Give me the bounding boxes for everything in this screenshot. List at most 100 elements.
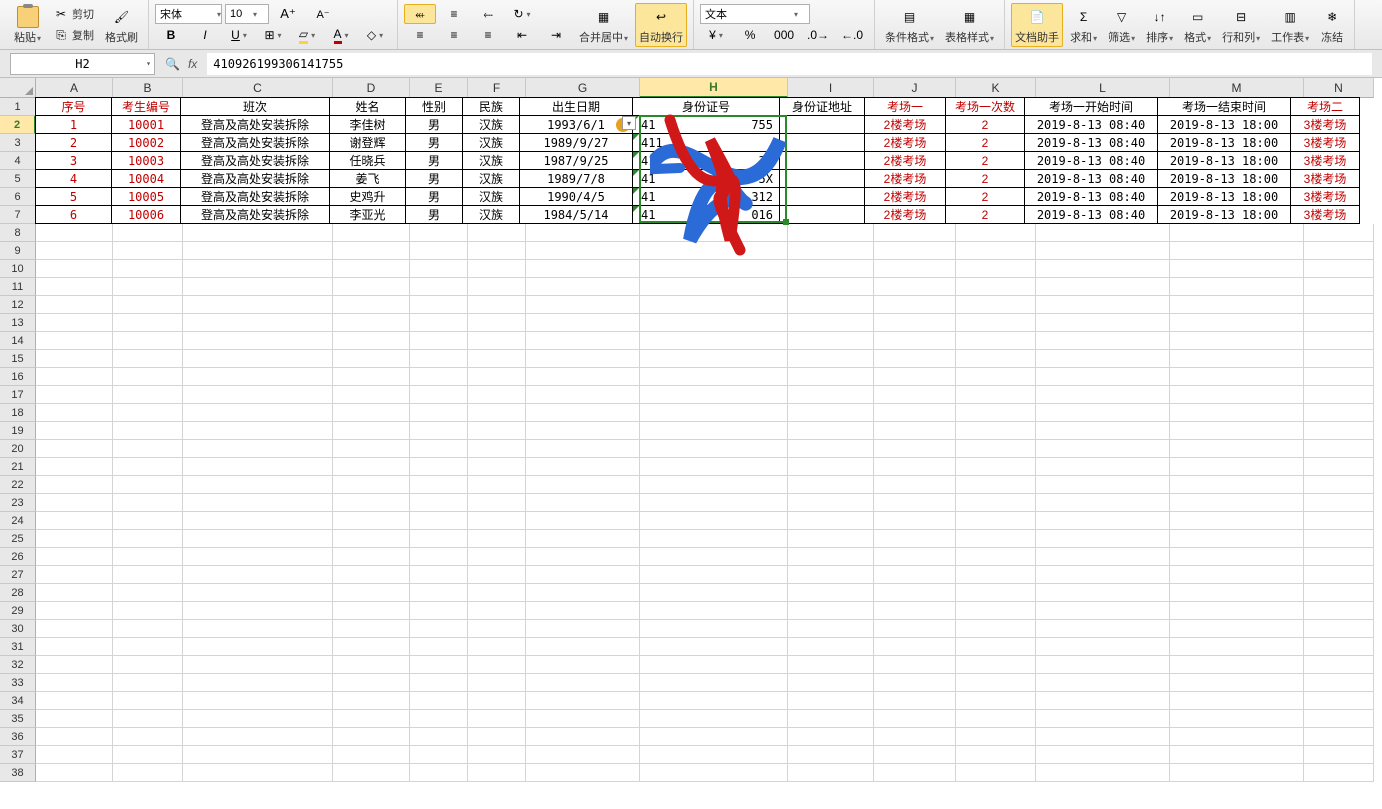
empty-cell[interactable] — [113, 710, 183, 728]
cell-n[interactable]: 3楼考场 — [1290, 169, 1360, 188]
cell-l[interactable]: 2019-8-13 08:40 — [1024, 133, 1158, 152]
cell-i[interactable] — [779, 151, 865, 170]
empty-cell[interactable] — [874, 674, 956, 692]
row-header-25[interactable]: 25 — [0, 530, 36, 548]
empty-cell[interactable] — [788, 602, 874, 620]
empty-cell[interactable] — [874, 350, 956, 368]
empty-cell[interactable] — [640, 530, 788, 548]
align-bottom-button[interactable]: ⬸ — [472, 4, 504, 24]
empty-cell[interactable] — [1036, 224, 1170, 242]
cell-c[interactable]: 登高及高处安装拆除 — [180, 115, 330, 134]
empty-cell[interactable] — [526, 296, 640, 314]
cell-f[interactable]: 汉族 — [462, 205, 520, 224]
empty-cell[interactable] — [640, 260, 788, 278]
empty-cell[interactable] — [526, 386, 640, 404]
empty-cell[interactable] — [1036, 386, 1170, 404]
row-header-9[interactable]: 9 — [0, 242, 36, 260]
empty-cell[interactable] — [36, 242, 113, 260]
empty-cell[interactable] — [1304, 260, 1374, 278]
empty-cell[interactable] — [183, 224, 333, 242]
row-header-26[interactable]: 26 — [0, 548, 36, 566]
font-name-combo[interactable]: ▾ — [155, 4, 222, 24]
empty-cell[interactable] — [1304, 584, 1374, 602]
empty-cell[interactable] — [788, 476, 874, 494]
empty-cell[interactable] — [1170, 764, 1304, 782]
empty-cell[interactable] — [333, 512, 410, 530]
empty-cell[interactable] — [468, 548, 526, 566]
row-header-5[interactable]: 5 — [0, 170, 36, 188]
sum-button[interactable]: Σ求和▾ — [1066, 3, 1101, 47]
cell-i[interactable] — [779, 133, 865, 152]
empty-cell[interactable] — [333, 548, 410, 566]
empty-cell[interactable] — [1170, 332, 1304, 350]
row-header-27[interactable]: 27 — [0, 566, 36, 584]
empty-cell[interactable] — [956, 602, 1036, 620]
empty-cell[interactable] — [874, 638, 956, 656]
empty-cell[interactable] — [640, 278, 788, 296]
empty-cell[interactable] — [410, 386, 468, 404]
empty-cell[interactable] — [526, 602, 640, 620]
cell-g[interactable]: 1987/9/25 — [519, 151, 633, 170]
empty-cell[interactable] — [1170, 494, 1304, 512]
empty-cell[interactable] — [333, 440, 410, 458]
empty-cell[interactable] — [468, 332, 526, 350]
empty-cell[interactable] — [956, 440, 1036, 458]
cell-e[interactable]: 男 — [405, 205, 463, 224]
empty-cell[interactable] — [874, 602, 956, 620]
comma-button[interactable]: 000 — [768, 25, 800, 45]
empty-cell[interactable] — [113, 566, 183, 584]
cell-j[interactable]: 2楼考场 — [864, 133, 946, 152]
empty-cell[interactable] — [640, 710, 788, 728]
empty-cell[interactable] — [1304, 602, 1374, 620]
empty-cell[interactable] — [333, 530, 410, 548]
italic-button[interactable]: I — [189, 25, 221, 45]
row-header-7[interactable]: 7 — [0, 206, 36, 224]
empty-cell[interactable] — [640, 674, 788, 692]
empty-cell[interactable] — [874, 368, 956, 386]
row-header-11[interactable]: 11 — [0, 278, 36, 296]
empty-cell[interactable] — [410, 764, 468, 782]
decrease-indent-button[interactable]: ⇤ — [506, 25, 538, 45]
empty-cell[interactable] — [526, 548, 640, 566]
empty-cell[interactable] — [1036, 692, 1170, 710]
empty-cell[interactable] — [874, 440, 956, 458]
column-header-G[interactable]: G — [526, 78, 640, 98]
empty-cell[interactable] — [183, 728, 333, 746]
empty-cell[interactable] — [526, 656, 640, 674]
empty-cell[interactable] — [1036, 332, 1170, 350]
empty-cell[interactable] — [113, 458, 183, 476]
empty-cell[interactable] — [113, 494, 183, 512]
font-size-combo[interactable]: ▾ — [225, 4, 269, 24]
empty-cell[interactable] — [1304, 368, 1374, 386]
empty-cell[interactable] — [113, 296, 183, 314]
empty-cell[interactable] — [333, 314, 410, 332]
empty-cell[interactable] — [874, 224, 956, 242]
empty-cell[interactable] — [640, 746, 788, 764]
empty-cell[interactable] — [183, 584, 333, 602]
empty-cell[interactable] — [1304, 512, 1374, 530]
empty-cell[interactable] — [874, 530, 956, 548]
formula-input[interactable]: 410926199306141755 — [207, 53, 1372, 75]
cell-f[interactable]: 汉族 — [462, 133, 520, 152]
empty-cell[interactable] — [1036, 404, 1170, 422]
empty-cell[interactable] — [36, 386, 113, 404]
cell-l[interactable]: 2019-8-13 08:40 — [1024, 187, 1158, 206]
empty-cell[interactable] — [1036, 278, 1170, 296]
empty-cell[interactable] — [1036, 296, 1170, 314]
cell-i[interactable] — [779, 187, 865, 206]
cell-f[interactable]: 汉族 — [462, 169, 520, 188]
empty-cell[interactable] — [1170, 350, 1304, 368]
empty-cell[interactable] — [468, 764, 526, 782]
decrease-font-button[interactable]: A⁻ — [307, 4, 339, 24]
cell-d[interactable]: 李佳树 — [329, 115, 406, 134]
empty-cell[interactable] — [874, 656, 956, 674]
empty-cell[interactable] — [183, 530, 333, 548]
empty-cell[interactable] — [788, 584, 874, 602]
empty-cell[interactable] — [874, 404, 956, 422]
empty-cell[interactable] — [1304, 566, 1374, 584]
cell-f[interactable]: 汉族 — [462, 187, 520, 206]
empty-cell[interactable] — [640, 476, 788, 494]
empty-cell[interactable] — [1036, 440, 1170, 458]
empty-cell[interactable] — [183, 260, 333, 278]
empty-cell[interactable] — [788, 728, 874, 746]
